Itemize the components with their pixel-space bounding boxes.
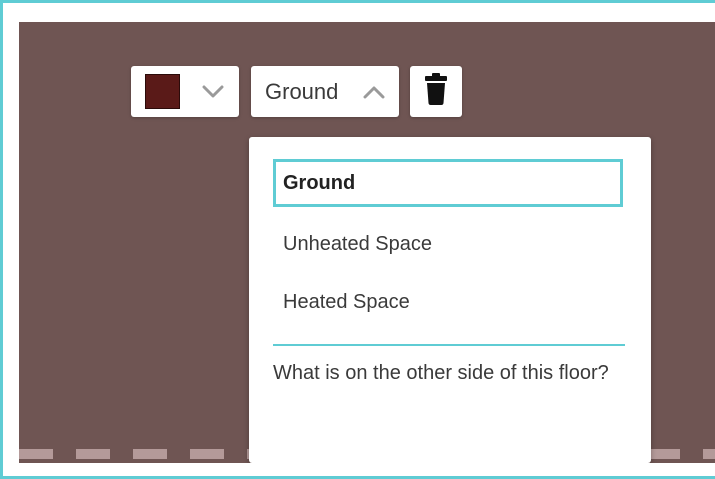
boundary-type-select[interactable]: Ground [251, 66, 399, 117]
delete-button[interactable] [410, 66, 462, 117]
floor-canvas[interactable]: Ground Ground Unheated Space Heated Spac… [19, 22, 715, 463]
dropdown-divider [273, 344, 625, 346]
option-ground[interactable]: Ground [273, 159, 623, 207]
editor-frame: Ground Ground Unheated Space Heated Spac… [0, 0, 715, 479]
dropdown-hint: What is on the other side of this floor? [273, 362, 609, 384]
chevron-up-icon [363, 81, 385, 103]
boundary-type-dropdown: Ground Unheated Space Heated Space What … [249, 137, 651, 463]
boundary-type-value: Ground [265, 78, 339, 104]
trash-icon [425, 73, 447, 110]
option-heated-space[interactable]: Heated Space [273, 278, 623, 326]
color-picker-button[interactable] [131, 66, 239, 117]
option-unheated-space[interactable]: Unheated Space [273, 220, 623, 268]
color-swatch [145, 74, 180, 109]
chevron-down-icon [202, 81, 224, 103]
